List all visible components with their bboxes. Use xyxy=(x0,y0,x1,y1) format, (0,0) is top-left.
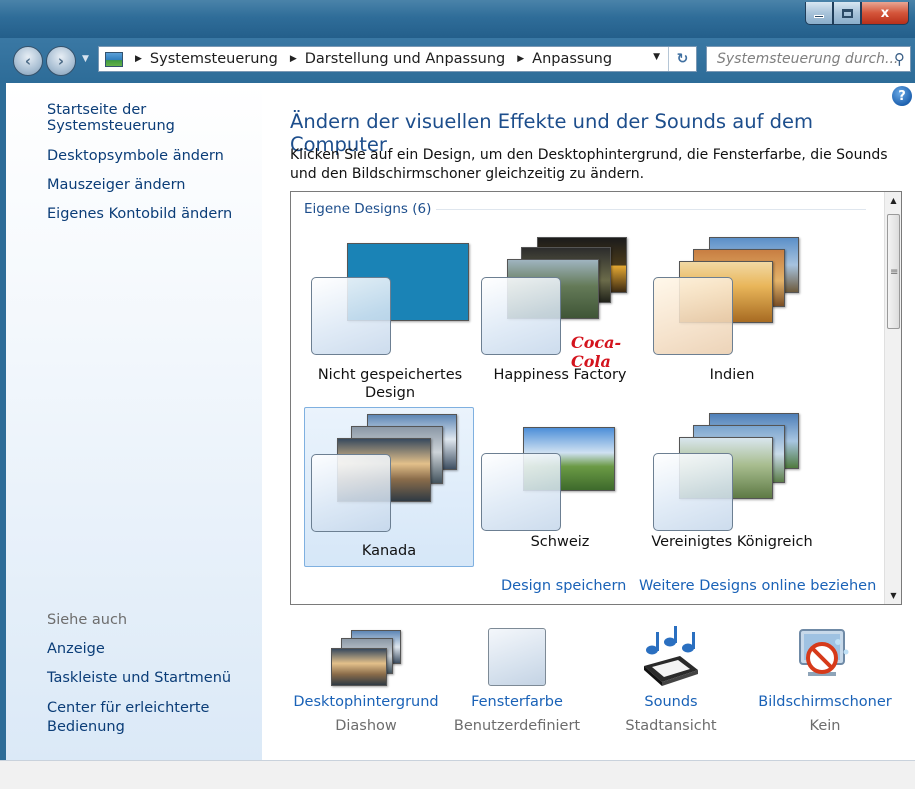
address-bar[interactable]: ▶ Systemsteuerung ▶ Darstellung und Anpa… xyxy=(98,46,697,72)
option-window-color[interactable]: Fensterfarbe Benutzerdefiniert xyxy=(437,626,597,734)
theme-label: Nicht gespeichertes Design xyxy=(317,367,463,401)
address-dropdown-icon[interactable]: ▼ xyxy=(653,52,660,62)
theme-kanada[interactable]: Kanada xyxy=(304,407,474,567)
sidebar-item-mouse-pointer[interactable]: Mauszeiger ändern xyxy=(47,177,186,193)
forward-button[interactable]: › xyxy=(46,46,76,76)
theme-preview-window-color xyxy=(311,454,391,532)
scroll-down-button[interactable]: ▼ xyxy=(885,587,902,604)
sidebar-item-display[interactable]: Anzeige xyxy=(47,641,105,657)
help-glyph: ? xyxy=(898,88,906,104)
back-button[interactable]: ‹ xyxy=(13,46,43,76)
screensaver-icon-graphic xyxy=(799,629,849,676)
theme-label: Kanada xyxy=(361,543,417,559)
theme-preview-window-color xyxy=(653,277,733,355)
sounds-icon xyxy=(636,626,706,688)
theme-preview-window-color xyxy=(481,277,561,355)
theme-schweiz[interactable]: Schweiz xyxy=(475,407,645,567)
breadcrumb-systemsteuerung[interactable]: Systemsteuerung xyxy=(150,51,278,67)
breadcrumb-anpassung[interactable]: Anpassung xyxy=(532,51,612,67)
scroll-up-button[interactable]: ▲ xyxy=(885,192,902,209)
breadcrumb-separator-icon: ▶ xyxy=(289,54,297,64)
status-bar xyxy=(0,760,915,789)
sidebar-item-account-picture[interactable]: Eigenes Kontobild ändern xyxy=(47,206,232,222)
forward-arrow-icon: › xyxy=(57,52,65,70)
option-desktop-background[interactable]: Desktophintergrund Diashow xyxy=(286,626,446,734)
search-placeholder: Systemsteuerung durch... xyxy=(717,51,899,67)
theme-preview-window-color xyxy=(481,453,561,531)
maximize-button[interactable] xyxy=(833,2,861,25)
desktop-background-icon xyxy=(331,626,401,688)
grip-icon: ≡ xyxy=(890,267,899,278)
theme-label: Schweiz xyxy=(530,534,590,550)
sidebar-item-taskbar[interactable]: Taskleiste und Startmenü xyxy=(47,670,231,686)
close-button[interactable]: x xyxy=(861,2,909,25)
recent-pages-dropdown[interactable]: ▼ xyxy=(82,54,89,64)
option-screensaver[interactable]: Bildschirmschoner Kein xyxy=(745,626,905,734)
theme-indien[interactable]: Indien xyxy=(647,237,817,397)
refresh-button[interactable]: ↻ xyxy=(668,47,696,71)
maximize-icon xyxy=(841,8,853,18)
refresh-icon: ↻ xyxy=(676,51,689,67)
minimize-button[interactable] xyxy=(805,2,833,25)
option-title[interactable]: Bildschirmschoner xyxy=(745,694,905,710)
sidebar-item-desktop-icons[interactable]: Desktopsymbole ändern xyxy=(47,148,224,164)
search-icon[interactable]: ⚲ xyxy=(894,50,905,68)
breadcrumb-darstellung[interactable]: Darstellung und Anpassung xyxy=(305,51,506,67)
theme-label: Happiness Factory xyxy=(493,367,627,383)
option-title[interactable]: Fensterfarbe xyxy=(437,694,597,710)
help-icon[interactable]: ? xyxy=(892,86,912,106)
option-value: Benutzerdefiniert xyxy=(453,718,581,734)
page-description: Klicken Sie auf ein Design, um den Deskt… xyxy=(290,147,888,182)
option-value: Stadtansicht xyxy=(625,718,717,734)
group-divider xyxy=(436,209,866,210)
see-also-heading: Siehe auch xyxy=(47,612,128,628)
theme-preview-window-color xyxy=(311,277,391,355)
option-value: Diashow xyxy=(335,718,397,734)
more-designs-online-link[interactable]: Weitere Designs online beziehen xyxy=(639,578,876,594)
theme-happiness-factory[interactable]: Coca-Cola Happiness Factory xyxy=(475,237,645,397)
color-swatch xyxy=(488,628,546,686)
back-arrow-icon: ‹ xyxy=(24,52,32,70)
screensaver-icon xyxy=(790,626,860,688)
theme-vereinigtes-koenigreich[interactable]: Vereinigtes Königreich xyxy=(647,407,817,567)
theme-preview-window-color xyxy=(653,453,733,531)
theme-gallery: Eigene Designs (6) Nicht gespeichertes D… xyxy=(290,191,902,605)
option-title[interactable]: Desktophintergrund xyxy=(286,694,446,710)
breadcrumb-separator-icon: ▶ xyxy=(517,54,525,64)
theme-unsaved[interactable]: Nicht gespeichertes Design xyxy=(305,237,475,401)
sidebar: Startseite der Systemsteuerung Desktopsy… xyxy=(0,83,262,760)
control-panel-icon xyxy=(105,51,123,67)
save-design-link[interactable]: Design speichern xyxy=(501,578,626,594)
window-color-icon xyxy=(482,626,552,688)
option-sounds[interactable]: Sounds Stadtansicht xyxy=(591,626,751,734)
close-icon: x xyxy=(880,5,890,21)
sidebar-item-home[interactable]: Startseite der Systemsteuerung xyxy=(47,102,262,134)
gallery-scrollbar[interactable]: ▲ ≡ ▼ xyxy=(884,192,901,604)
sounds-icon-graphic xyxy=(644,626,698,686)
theme-label: Indien xyxy=(709,367,755,383)
window-controls: x xyxy=(805,2,909,25)
sidebar-item-ease-of-access[interactable]: Center für erleichterte Bedienung xyxy=(47,699,237,737)
theme-label: Vereinigtes Königreich xyxy=(651,534,813,550)
group-label[interactable]: Eigene Designs (6) xyxy=(304,201,431,217)
option-value: Kein xyxy=(809,718,841,734)
option-title[interactable]: Sounds xyxy=(591,694,751,710)
breadcrumb-separator-icon: ▶ xyxy=(135,54,142,64)
minimize-icon xyxy=(814,14,824,18)
search-input[interactable]: Systemsteuerung durch... ⚲ xyxy=(706,46,911,72)
scroll-thumb[interactable]: ≡ xyxy=(887,214,900,329)
stack-photo xyxy=(331,648,387,686)
title-bar: x xyxy=(0,0,915,38)
